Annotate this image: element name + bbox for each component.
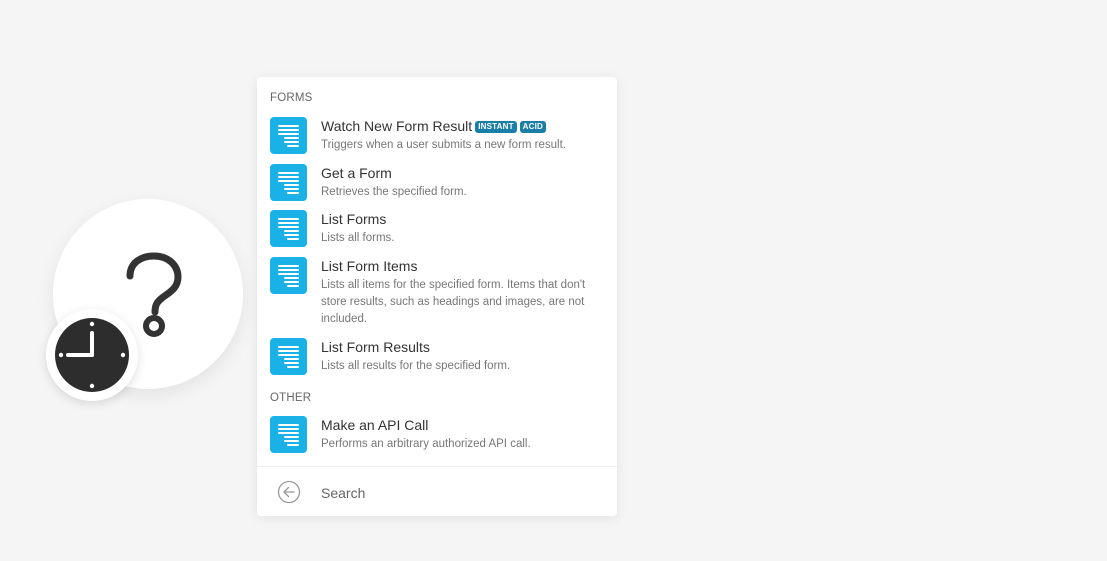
module-item-title: List Form Items (321, 258, 418, 274)
form-lines-icon (278, 125, 299, 147)
module-item-description: Triggers when a user submits a new form … (321, 139, 566, 151)
form-app-icon (270, 210, 307, 247)
scenario-canvas[interactable]: FORMS Watch New Form Result INSTANT ACID… (0, 0, 1107, 561)
search-bar (257, 466, 617, 516)
module-item-description: Lists all results for the specified form… (321, 360, 511, 372)
form-app-icon (270, 416, 307, 453)
module-item-make-an-api-call[interactable]: Make an API Call Performs an arbitrary a… (270, 416, 607, 456)
module-item-title: Make an API Call (321, 417, 429, 433)
module-list[interactable]: FORMS Watch New Form Result INSTANT ACID… (257, 77, 617, 466)
module-item-watch-new-form-result[interactable]: Watch New Form Result INSTANT ACID Trigger… (270, 117, 607, 157)
module-item-title: List Form Results (321, 339, 430, 355)
form-app-icon (270, 164, 307, 201)
form-lines-icon (278, 265, 299, 287)
module-item-title: Watch New Form Result INSTANT ACID (321, 117, 547, 135)
module-item-list-form-results[interactable]: List Form Results Lists all results for … (270, 338, 607, 378)
trigger-badge[interactable] (46, 309, 138, 401)
module-item-list-form-items[interactable]: List Form Items Lists all items for the … (270, 257, 607, 329)
module-item-description: Lists all items for the specified form. … (321, 279, 586, 325)
module-picker: FORMS Watch New Form Result INSTANT ACID… (257, 77, 617, 516)
form-app-icon (270, 257, 307, 294)
module-item-description: Lists all forms. (321, 232, 395, 244)
back-arrow-icon[interactable] (277, 480, 301, 504)
module-item-title: List Forms (321, 211, 387, 227)
form-lines-icon (278, 346, 299, 368)
module-item-title: Get a Form (321, 165, 392, 181)
module-item-get-a-form[interactable]: Get a Form Retrieves the specified form. (270, 164, 607, 204)
form-lines-icon (278, 218, 299, 240)
module-item-description: Performs an arbitrary authorized API cal… (321, 438, 531, 450)
module-item-list-forms[interactable]: List Forms Lists all forms. (270, 210, 607, 250)
form-app-icon (270, 117, 307, 154)
instant-tag: INSTANT (475, 121, 517, 133)
section-label-forms: FORMS (270, 92, 313, 104)
section-label-other: OTHER (270, 392, 312, 404)
form-app-icon (270, 338, 307, 375)
form-lines-icon (278, 172, 299, 194)
form-lines-icon (278, 424, 299, 446)
module-item-description: Retrieves the specified form. (321, 186, 467, 198)
acid-tag: ACID (519, 121, 547, 133)
clock-icon (55, 318, 129, 392)
search-input[interactable] (319, 479, 593, 507)
